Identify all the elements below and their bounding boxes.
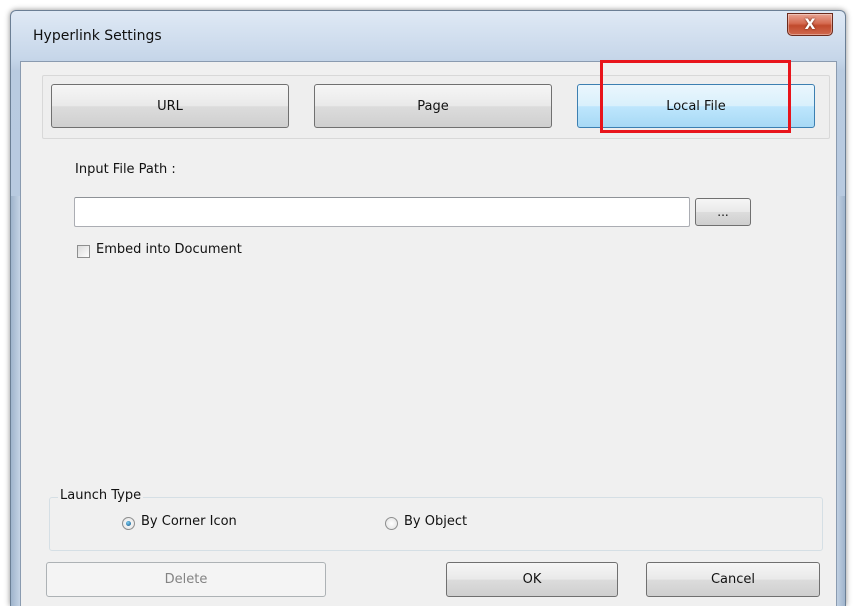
input-file-path-label: Input File Path : bbox=[75, 162, 176, 177]
by-corner-icon-label: By Corner Icon bbox=[141, 514, 237, 529]
by-corner-icon-radio[interactable] bbox=[122, 517, 135, 530]
browse-button[interactable]: ... bbox=[695, 198, 751, 226]
by-object-label: By Object bbox=[404, 514, 468, 529]
cancel-button[interactable]: Cancel bbox=[646, 562, 820, 597]
highlight-box bbox=[600, 60, 791, 133]
tab-url[interactable]: URL bbox=[51, 84, 289, 128]
embed-into-document-label: Embed into Document bbox=[96, 242, 242, 257]
close-button[interactable]: X bbox=[787, 13, 833, 36]
close-icon: X bbox=[804, 16, 816, 33]
embed-checkbox[interactable] bbox=[77, 245, 90, 258]
window-title: Hyperlink Settings bbox=[33, 28, 162, 44]
delete-button[interactable]: Delete bbox=[46, 562, 326, 597]
by-object-radio[interactable] bbox=[385, 517, 398, 530]
file-path-input[interactable] bbox=[74, 197, 690, 227]
tab-page[interactable]: Page bbox=[314, 84, 552, 128]
launch-type-label: Launch Type bbox=[58, 488, 144, 503]
ok-button[interactable]: OK bbox=[446, 562, 618, 597]
